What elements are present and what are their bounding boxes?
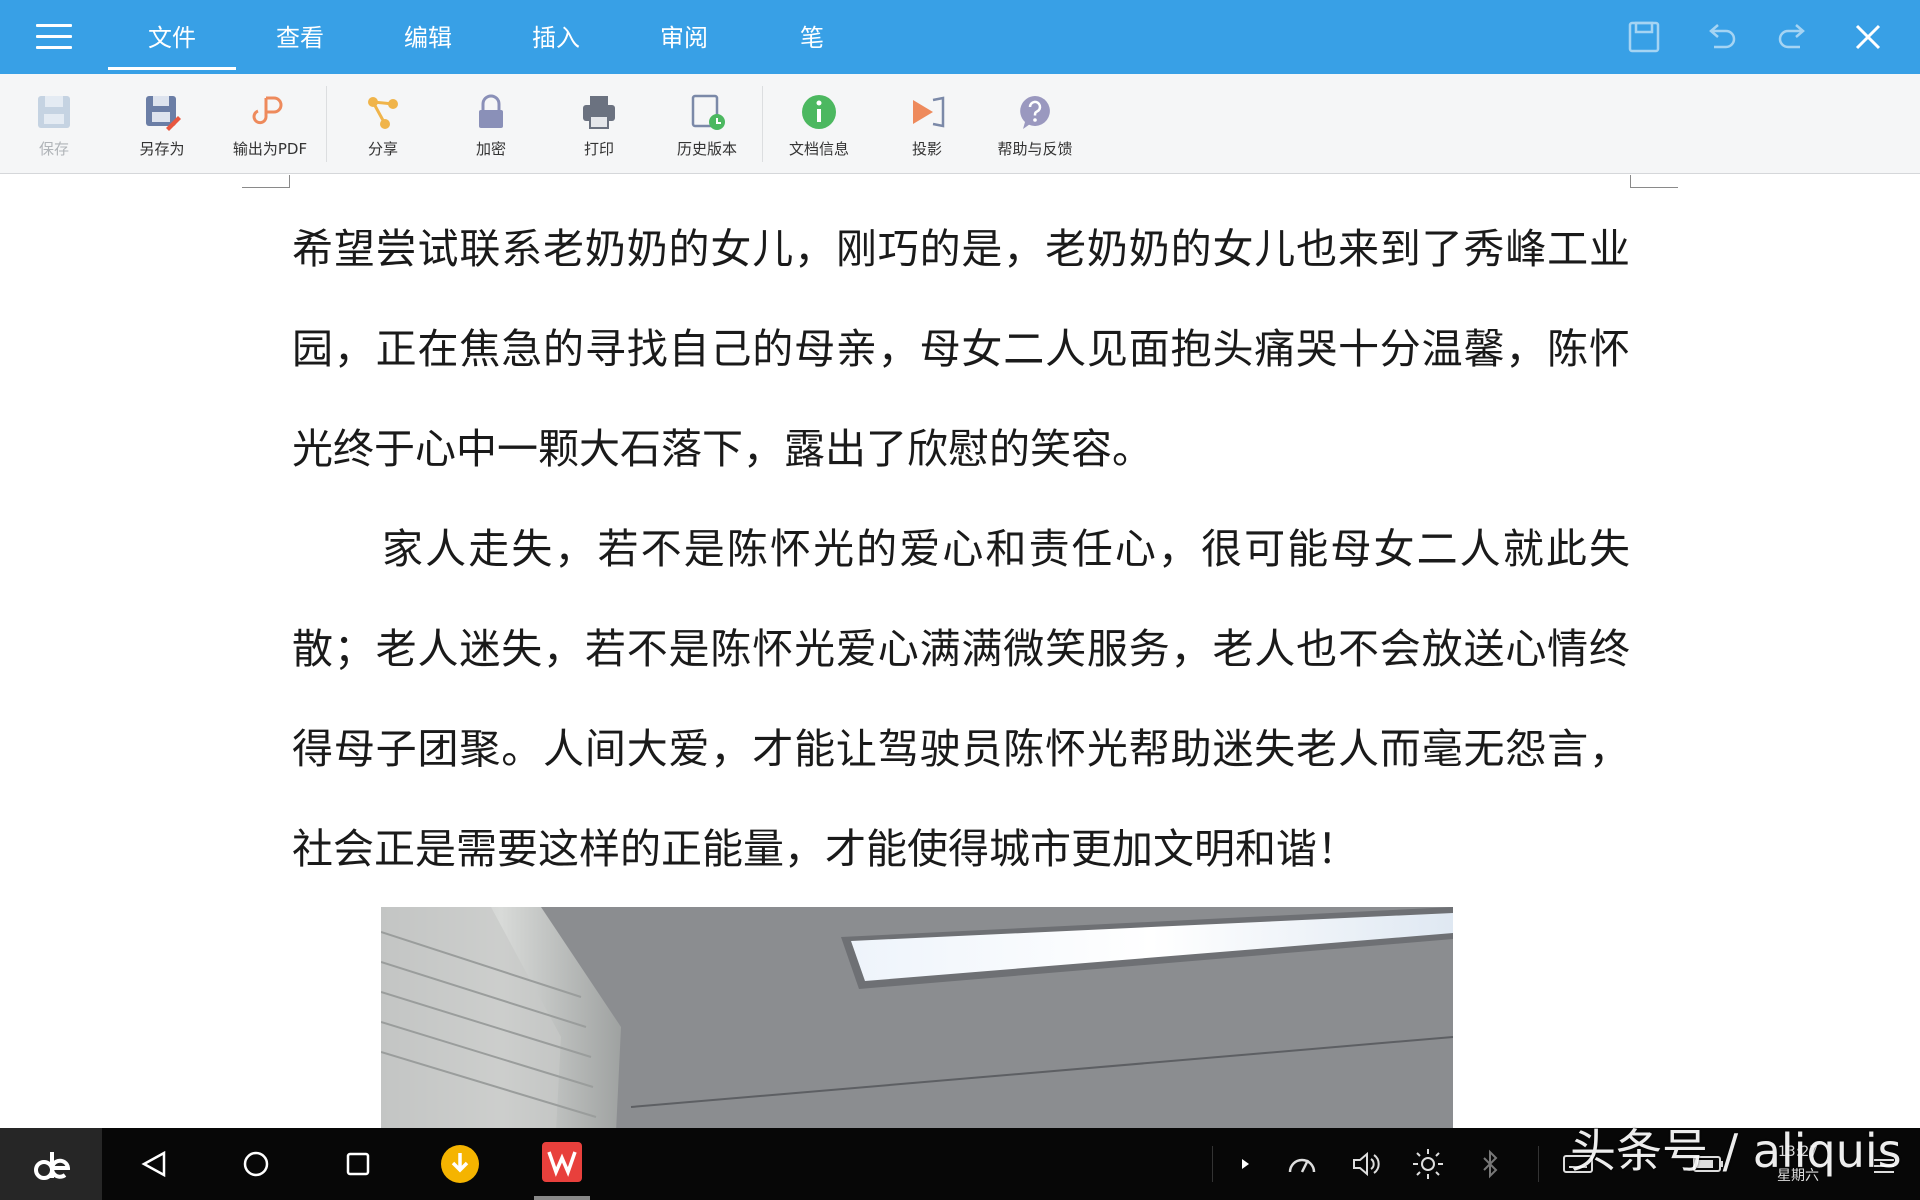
tab-review[interactable]: 审阅 — [620, 0, 748, 74]
home-circle-icon — [243, 1151, 269, 1177]
export-pdf-button[interactable]: 输出为PDF — [216, 74, 324, 174]
taskbar-separator — [1212, 1146, 1213, 1182]
history-button[interactable]: 历史版本 — [653, 74, 761, 174]
taskbar-separator — [1538, 1146, 1539, 1182]
quick-save-icon[interactable] — [1624, 17, 1664, 57]
page-margin-marker-right — [1630, 175, 1678, 188]
redo-icon[interactable] — [1774, 17, 1814, 57]
tab-file[interactable]: 文件 — [108, 0, 236, 74]
lock-icon — [479, 94, 503, 128]
tray-expand-icon[interactable] — [1228, 1146, 1264, 1182]
share-icon — [368, 97, 398, 129]
printer-icon — [583, 96, 615, 129]
embedded-photo[interactable] — [381, 907, 1453, 1128]
export-pdf-icon — [252, 96, 283, 125]
taskbar-app-wps[interactable] — [534, 1128, 590, 1200]
save-as-button[interactable]: 另存为 — [108, 74, 216, 174]
wps-app-icon — [542, 1142, 582, 1182]
back-triangle-icon — [141, 1150, 166, 1178]
doc-info-button[interactable]: 文档信息 — [765, 74, 873, 174]
nav-recents-button[interactable] — [336, 1128, 380, 1200]
help-feedback-button[interactable]: 帮助与反馈 — [981, 74, 1089, 174]
print-button[interactable]: 打印 — [545, 74, 653, 174]
speedometer-icon[interactable] — [1284, 1146, 1320, 1182]
tab-insert[interactable]: 插入 — [492, 0, 620, 74]
close-icon[interactable] — [1848, 17, 1888, 57]
save-as-icon — [146, 96, 181, 131]
taskbar-app-downloader[interactable] — [434, 1128, 486, 1200]
ribbon-toolbar: 保存 另存为 输出为PDF 分享 加密 打印 历史版本 文档信息 投影 帮助与反… — [0, 74, 1920, 174]
save-icon — [38, 96, 70, 128]
document-body[interactable]: 希望尝试联系老奶奶的女儿，刚巧的是，老奶奶的女儿也来到了秀峰工业园，正在焦急的寻… — [292, 199, 1630, 899]
help-icon — [1020, 96, 1050, 129]
hamburger-menu-icon[interactable] — [36, 24, 72, 50]
bluetooth-icon[interactable] — [1472, 1146, 1508, 1182]
ribbon-separator — [326, 86, 327, 162]
nav-home-button[interactable] — [234, 1128, 278, 1200]
encrypt-button[interactable]: 加密 — [437, 74, 545, 174]
download-app-icon — [441, 1145, 479, 1183]
nav-back-button[interactable] — [132, 1128, 176, 1200]
tab-edit[interactable]: 编辑 — [364, 0, 492, 74]
watermark-text: 头条号 / aliquis — [1570, 1124, 1902, 1178]
projection-button[interactable]: 投影 — [873, 74, 981, 174]
active-app-indicator — [534, 1196, 590, 1200]
share-button[interactable]: 分享 — [329, 74, 437, 174]
menu-tabs: 文件 查看 编辑 插入 审阅 笔 — [108, 0, 876, 74]
brightness-icon[interactable] — [1410, 1146, 1446, 1182]
projector-icon — [913, 96, 945, 128]
ribbon-separator — [762, 86, 763, 162]
title-bar: 文件 查看 编辑 插入 审阅 笔 — [0, 0, 1920, 74]
paragraph[interactable]: 希望尝试联系老奶奶的女儿，刚巧的是，老奶奶的女儿也来到了秀峰工业园，正在焦急的寻… — [292, 199, 1630, 499]
recents-square-icon — [346, 1152, 370, 1176]
save-button[interactable]: 保存 — [0, 74, 108, 174]
tab-view[interactable]: 查看 — [236, 0, 364, 74]
undo-icon[interactable] — [1700, 17, 1740, 57]
history-icon — [691, 94, 725, 130]
page-margin-marker-left — [242, 175, 290, 188]
start-button[interactable] — [0, 1128, 102, 1200]
paragraph[interactable]: 家人走失，若不是陈怀光的爱心和责任心，很可能母女二人就此失散；老人迷失，若不是陈… — [292, 499, 1630, 899]
document-canvas[interactable]: 希望尝试联系老奶奶的女儿，刚巧的是，老奶奶的女儿也来到了秀峰工业园，正在焦急的寻… — [0, 175, 1920, 1128]
info-icon — [802, 95, 836, 129]
volume-icon[interactable] — [1348, 1146, 1384, 1182]
remix-logo-icon — [34, 1152, 70, 1180]
ceiling-photo-image — [381, 907, 1453, 1128]
tab-pen[interactable]: 笔 — [748, 0, 876, 74]
